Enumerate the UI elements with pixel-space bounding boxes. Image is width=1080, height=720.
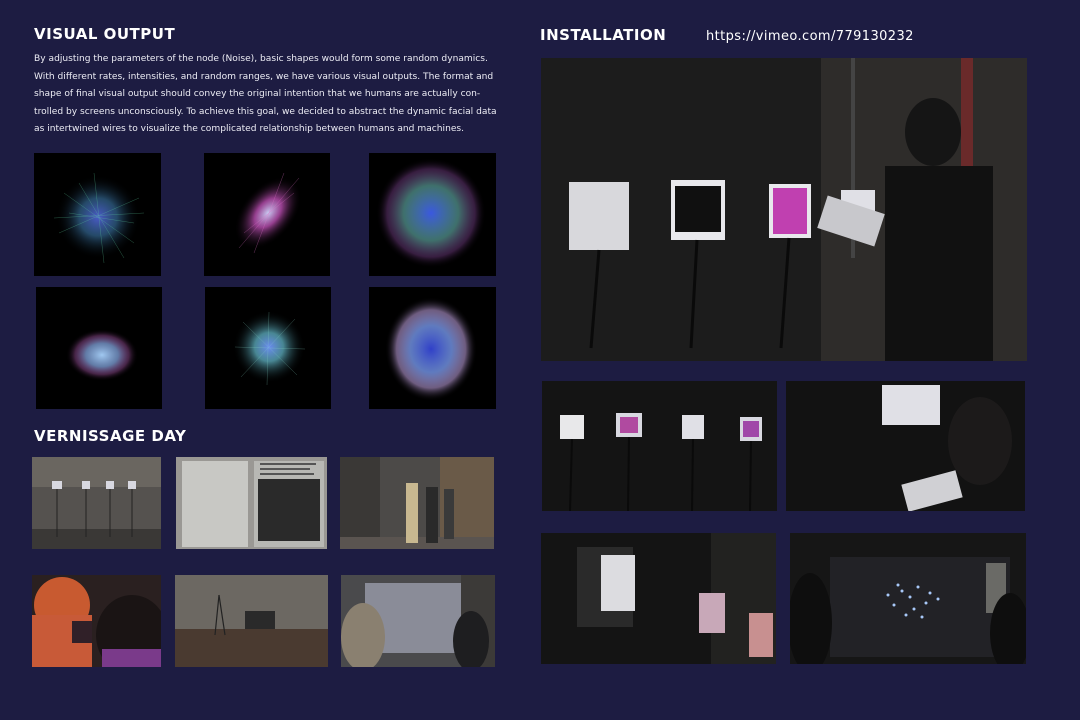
paragraph-line: as intertwined wires to visualize the co… <box>34 124 465 135</box>
vernissage-photo <box>340 457 494 549</box>
vernissage-photo <box>176 457 327 549</box>
vernissage-photo <box>32 457 161 549</box>
visual-output-image <box>369 287 496 409</box>
installation-heading: INSTALLATION <box>540 26 667 44</box>
visual-output-heading: VISUAL OUTPUT <box>34 25 176 43</box>
installation-photo <box>541 533 776 664</box>
visual-output-image <box>34 153 161 276</box>
paragraph-line: trolled by screens unconsciously. To ach… <box>34 106 497 117</box>
installation-photo <box>542 381 777 511</box>
video-link[interactable]: https://vimeo.com/779130232 <box>706 29 914 44</box>
installation-main-photo <box>541 58 1027 361</box>
vernissage-day-heading: VERNISSAGE DAY <box>34 427 187 445</box>
paragraph-line: shape of final visual output should conv… <box>34 89 481 100</box>
visual-output-image <box>36 287 162 409</box>
vernissage-photo <box>341 575 495 667</box>
visual-output-paragraph: By adjusting the parameters of the node … <box>34 51 504 139</box>
paragraph-line: By adjusting the parameters of the node … <box>34 54 488 64</box>
visual-output-image <box>205 287 331 409</box>
vernissage-photo <box>32 575 161 667</box>
visual-output-image <box>369 153 496 276</box>
paragraph-line: With different rates, intensities, and r… <box>34 71 494 82</box>
installation-photo <box>790 533 1026 664</box>
visual-output-image <box>204 153 330 276</box>
installation-photo <box>786 381 1025 511</box>
vernissage-photo <box>175 575 328 667</box>
